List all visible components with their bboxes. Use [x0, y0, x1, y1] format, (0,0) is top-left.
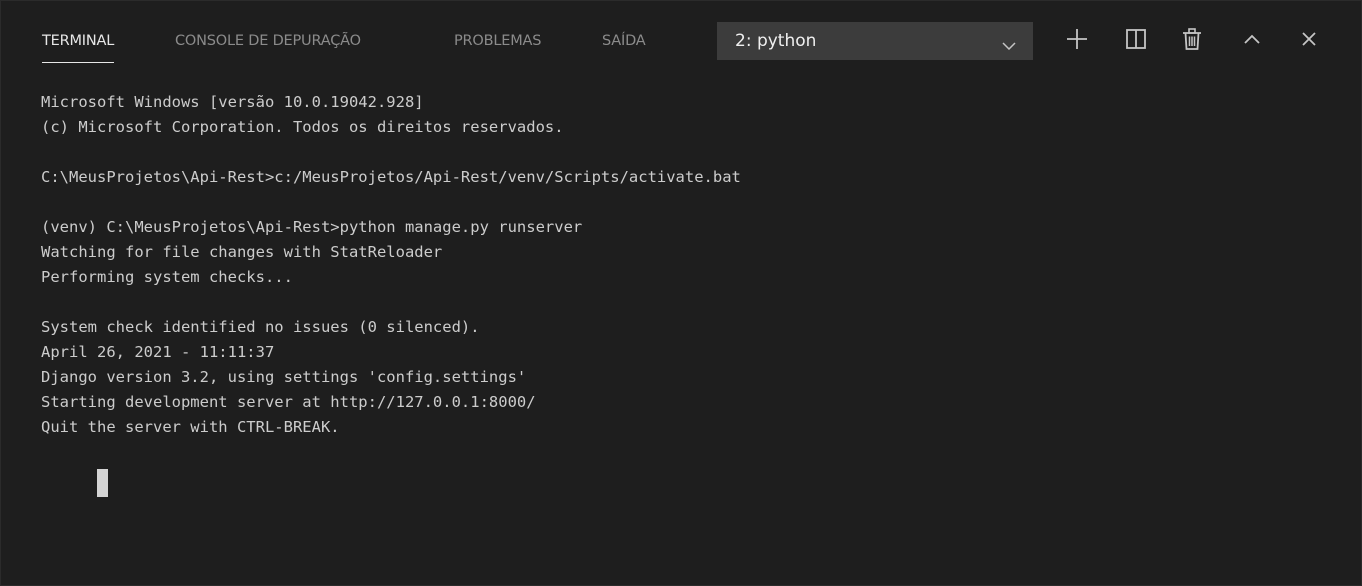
terminal-line: Watching for file changes with StatReloa… [41, 243, 443, 261]
terminal-cursor-line [41, 440, 1341, 497]
chevron-up-icon [1238, 25, 1266, 53]
close-icon [1295, 25, 1323, 53]
terminal-line: Django version 3.2, using settings 'conf… [41, 368, 527, 386]
split-icon [1122, 25, 1150, 53]
trash-icon [1178, 25, 1206, 53]
terminal-line: (c) Microsoft Corporation. Todos os dire… [41, 118, 564, 136]
plus-icon [1063, 25, 1091, 53]
tab-debug-console[interactable]: CONSOLE DE DEPURAÇÃO [175, 31, 361, 51]
terminal-cursor [97, 469, 108, 497]
terminal-line: C:\MeusProjetos\Api-Rest>c:/MeusProjetos… [41, 168, 741, 186]
active-tab-indicator [42, 62, 115, 63]
tab-output[interactable]: SAÍDA [602, 31, 646, 51]
split-terminal-button[interactable] [1122, 25, 1150, 53]
terminal-line: Starting development server at http://12… [41, 393, 536, 411]
new-terminal-button[interactable] [1063, 25, 1091, 53]
terminal-line: System check identified no issues (0 sil… [41, 318, 480, 336]
chevron-down-icon [1002, 37, 1016, 51]
terminal-line: Quit the server with CTRL-BREAK. [41, 418, 340, 436]
tab-problems-label: PROBLEMAS [454, 33, 542, 49]
tab-problems[interactable]: PROBLEMAS [454, 31, 541, 51]
close-panel-button[interactable] [1295, 25, 1323, 53]
tab-terminal[interactable]: TERMINAL [42, 31, 115, 63]
terminal-line: Microsoft Windows [versão 10.0.19042.928… [41, 93, 424, 111]
terminal-panel: TERMINAL CONSOLE DE DEPURAÇÃO PROBLEMAS … [0, 0, 1362, 586]
terminal-output[interactable]: Microsoft Windows [versão 10.0.19042.928… [41, 90, 1341, 497]
terminal-select-dropdown[interactable]: 2: python [717, 22, 1033, 60]
tab-output-label: SAÍDA [602, 33, 646, 49]
terminal-line: April 26, 2021 - 11:11:37 [41, 343, 275, 361]
kill-terminal-button[interactable] [1178, 25, 1206, 53]
panel-tab-bar: TERMINAL CONSOLE DE DEPURAÇÃO PROBLEMAS … [1, 1, 1361, 77]
terminal-select-value: 2: python [735, 31, 817, 51]
tab-terminal-label: TERMINAL [42, 33, 115, 49]
tab-debug-console-label: CONSOLE DE DEPURAÇÃO [175, 33, 361, 49]
terminal-line: Performing system checks... [41, 268, 293, 286]
maximize-panel-button[interactable] [1238, 25, 1266, 53]
terminal-line: (venv) C:\MeusProjetos\Api-Rest>python m… [41, 218, 583, 236]
